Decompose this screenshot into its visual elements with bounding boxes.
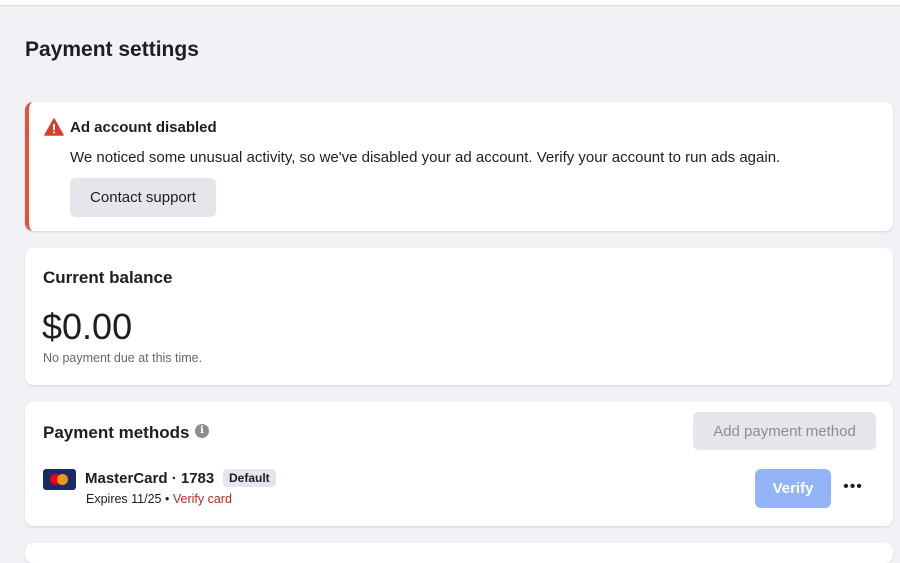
balance-amount: $0.00	[42, 306, 133, 347]
meta-separator: •	[161, 492, 173, 506]
mastercard-icon	[43, 469, 76, 490]
verify-card-link[interactable]: Verify card	[173, 492, 232, 506]
more-horizontal-icon[interactable]: •••	[841, 477, 865, 501]
alert-title: Ad account disabled	[70, 119, 217, 136]
info-icon[interactable]: i	[195, 424, 209, 438]
current-balance-card: Current balance $0.00 No payment due at …	[25, 248, 893, 385]
payment-methods-card: Payment methods i Add payment method Mas…	[25, 402, 893, 526]
card-name: MasterCard · 1783	[85, 470, 215, 487]
warning-triangle-icon	[44, 118, 64, 136]
page-title: Payment settings	[25, 38, 199, 61]
alert-message: We noticed some unusual activity, so we'…	[70, 149, 781, 166]
balance-heading: Current balance	[43, 268, 173, 287]
add-payment-method-button[interactable]: Add payment method	[693, 412, 876, 450]
contact-support-button[interactable]: Contact support	[70, 178, 216, 217]
card-expiry: Expires 11/25	[86, 492, 162, 506]
mastercard-orange-circle	[57, 474, 68, 485]
verify-button[interactable]: Verify	[755, 469, 831, 508]
default-badge: Default	[223, 469, 276, 487]
next-card-partial	[25, 543, 893, 563]
balance-note: No payment due at this time.	[43, 351, 203, 365]
payment-methods-heading: Payment methods	[43, 423, 190, 442]
top-bar	[0, 0, 900, 6]
card-meta: Expires 11/25 • Verify card	[86, 492, 232, 506]
account-disabled-alert: Ad account disabled We noticed some unus…	[25, 102, 893, 231]
